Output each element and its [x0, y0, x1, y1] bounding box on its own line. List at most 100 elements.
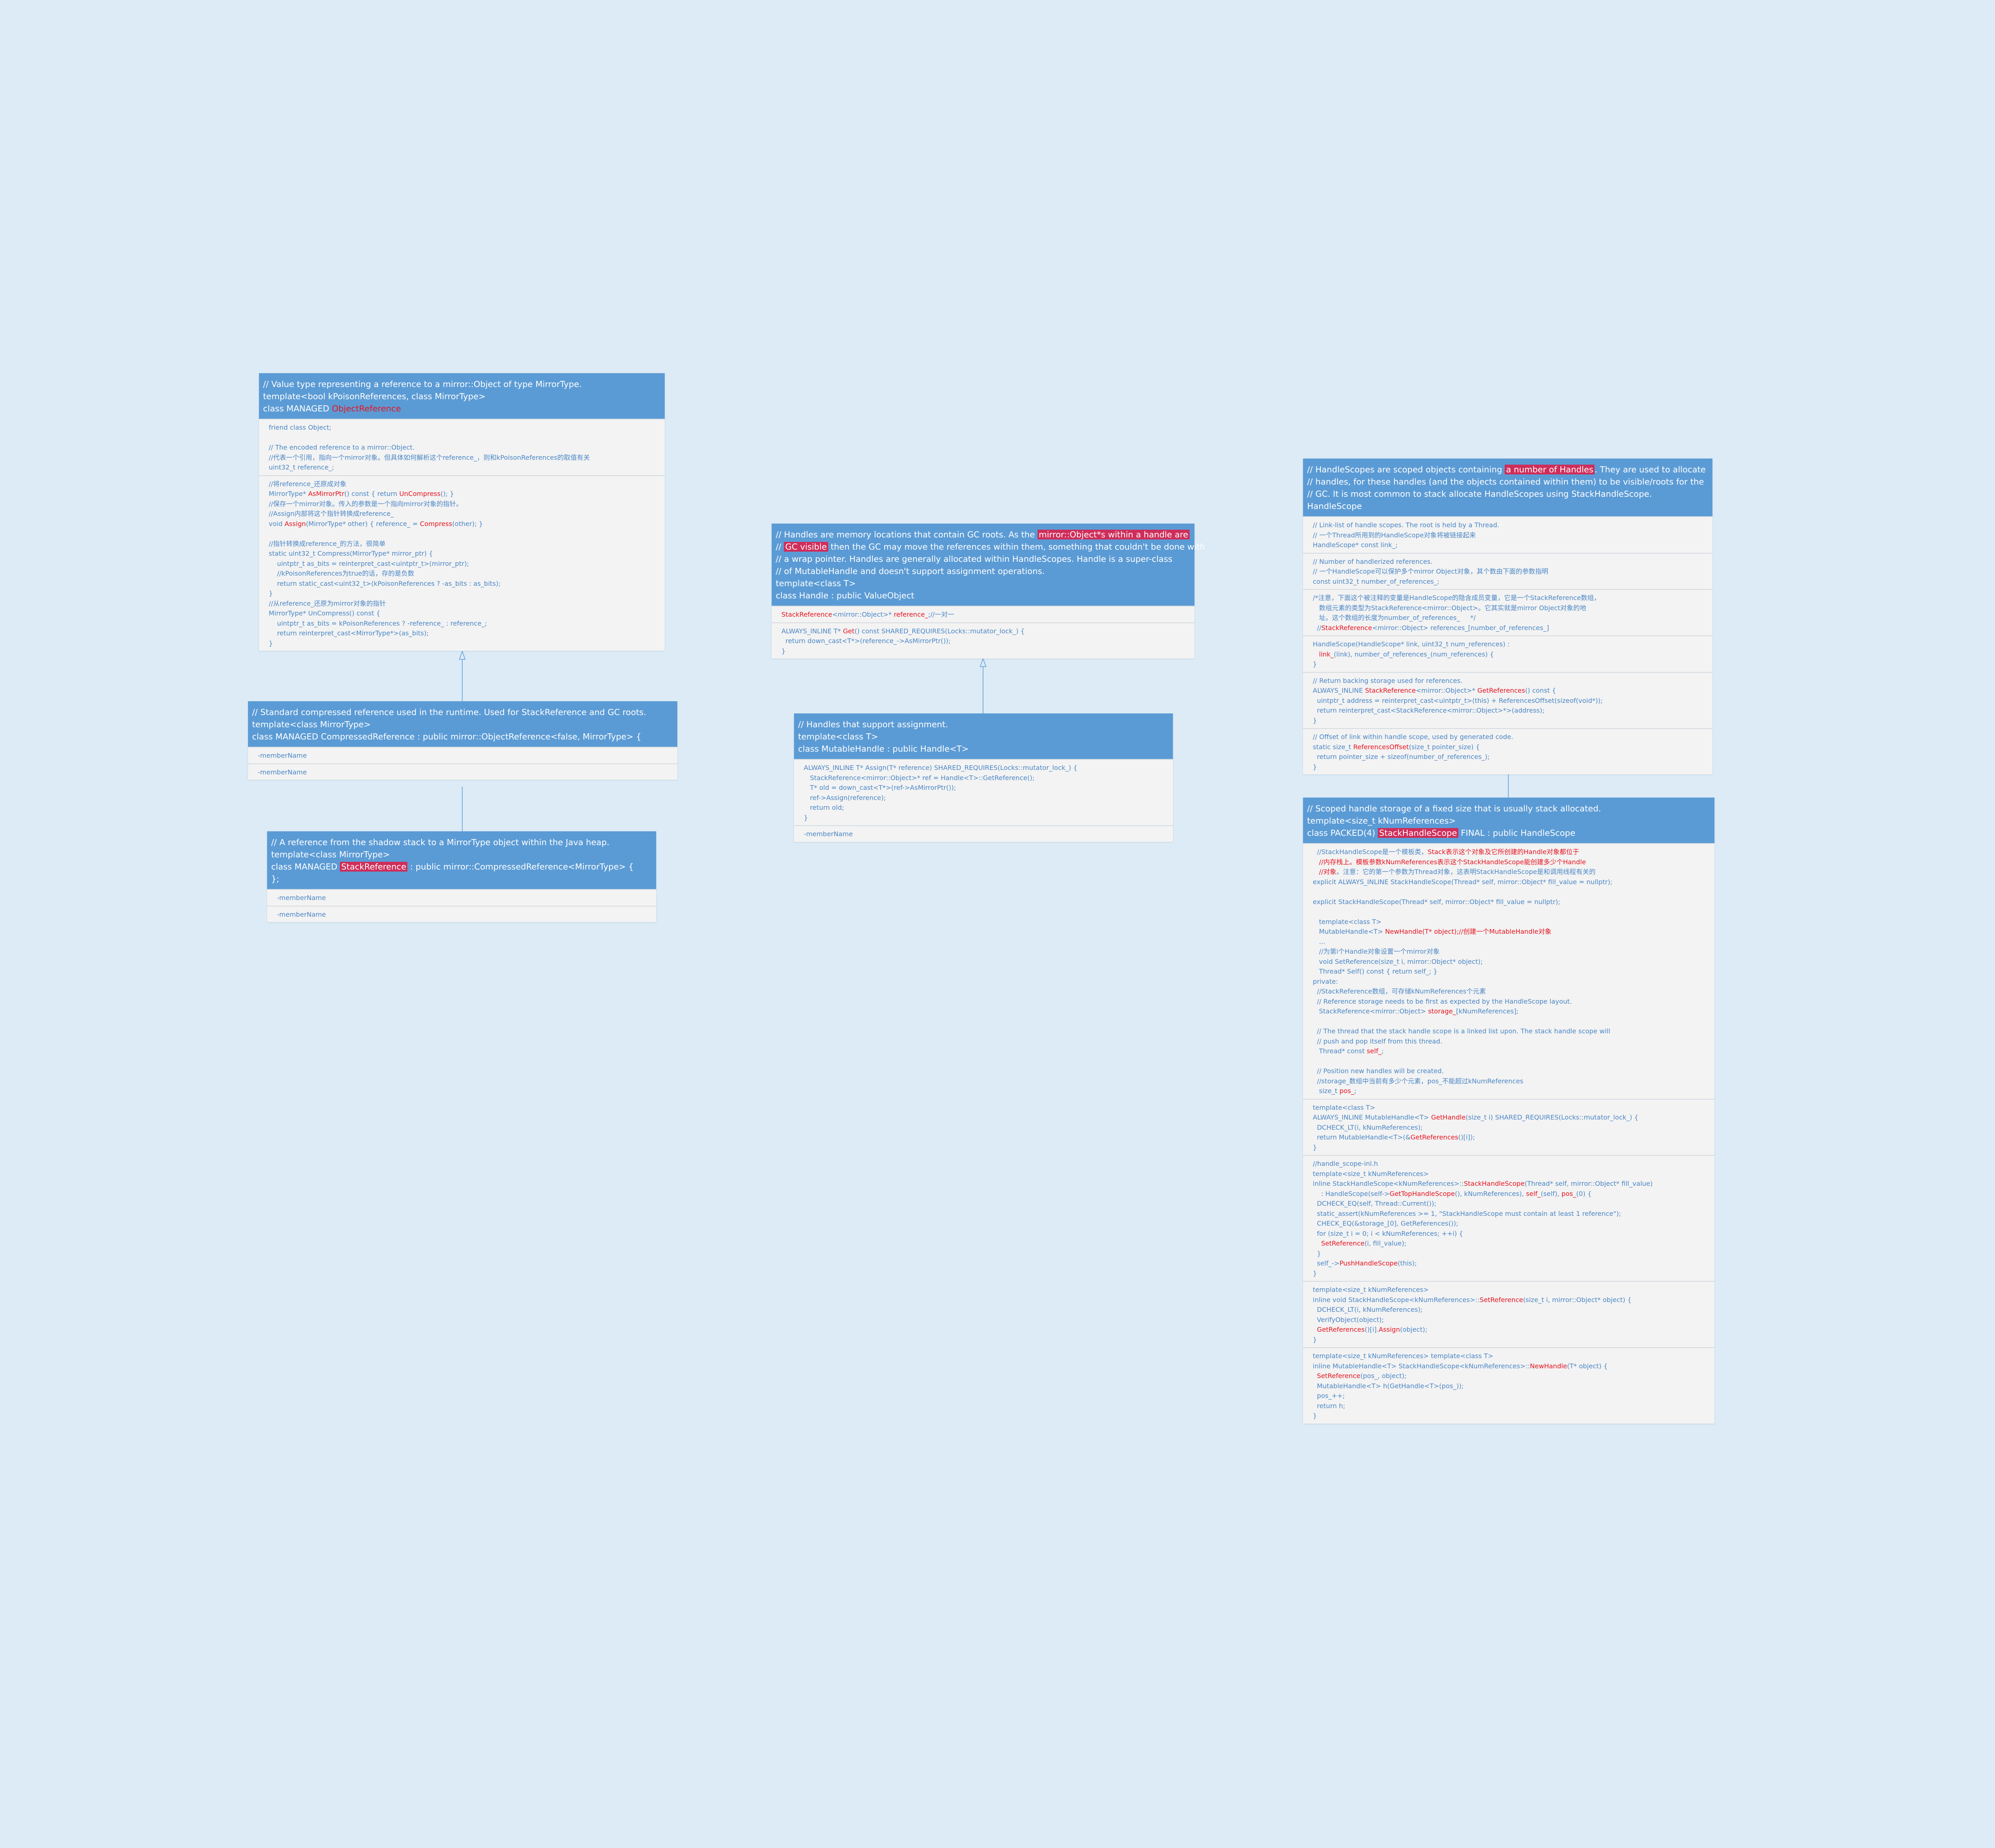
class-member-line: }: [269, 589, 273, 597]
class-member-line: HandleScope(HandleScope* link, uint32_t …: [1313, 640, 1510, 648]
class-member-line: }: [1313, 763, 1317, 771]
class-member-line: //StackHandleScope是一个模板类，Stack表示这个对象及它所创…: [1313, 848, 1579, 856]
class-member-line: //将reference_还原成对象: [269, 480, 347, 488]
class-member-line: [1313, 1057, 1710, 1067]
highlighted-text: Get: [843, 627, 855, 635]
class-member-section: HandleScope(HandleScope* link, uint32_t …: [1303, 635, 1712, 672]
class-header-line: // A reference from the shadow stack to …: [271, 837, 609, 847]
class-member-line: MutableHandle<T> h(GetHandle<T>(pos_));: [1313, 1382, 1464, 1390]
class-header-line: template<class MirrorType>: [252, 720, 371, 729]
class-member-line: [269, 433, 661, 443]
class-member-line: -memberName: [258, 752, 307, 759]
class-member-line: /*注意，下面这个被注释的变量是HandleScope的隐含成员变量，它是一个S…: [1313, 594, 1601, 602]
class-member-line: for (size_t i = 0; i < kNumReferences; +…: [1313, 1229, 1463, 1237]
class-member-line: void Assign(MirrorType* other) { referen…: [269, 520, 483, 528]
highlighted-text: SetReference: [1317, 1372, 1361, 1380]
class-header-line: class MutableHandle : public Handle<T>: [798, 744, 969, 754]
class-member-line: [1313, 887, 1710, 897]
class-member-line: StackReference<mirror::Object> storage_[…: [1313, 1007, 1519, 1015]
class-member-section: template<class T> ALWAYS_INLINE MutableHa…: [1303, 1098, 1714, 1155]
highlighted-text: PushHandleScope: [1339, 1259, 1398, 1267]
class-member-line: // Link-list of handle scopes. The root …: [1313, 521, 1499, 529]
class-member-line: -memberName: [804, 830, 853, 838]
class-member-line: return MutableHandle<T>(&GetReferences()…: [1313, 1133, 1475, 1141]
class-member-line: MirrorType* UnCompress() const {: [269, 609, 381, 617]
class-member-line: //handle_scope-inl.h: [1313, 1160, 1378, 1168]
class-stack-handle-scope[interactable]: // Scoped handle storage of a fixed size…: [1303, 798, 1714, 1424]
class-handle[interactable]: // Handles are memory locations that con…: [772, 524, 1205, 659]
class-member-line: [269, 529, 661, 539]
class-member-line: static size_t ReferencesOffset(size_t po…: [1313, 743, 1480, 751]
class-member-line: return down_cast<T*>(reference_->AsMirro…: [781, 637, 951, 645]
class-object-reference[interactable]: // Value type representing a reference t…: [259, 373, 665, 651]
class-header-line: class MANAGED CompressedReference : publ…: [252, 732, 642, 741]
class-mutable-handle[interactable]: // Handles that support assignment. templ…: [794, 713, 1173, 842]
class-member-line: //Assign内部将这个指针转换成reference_: [269, 510, 394, 517]
class-member-line: }: [1313, 1269, 1317, 1277]
class-stack-reference[interactable]: // A reference from the shadow stack to …: [267, 831, 656, 922]
class-member-line: return h;: [1313, 1402, 1345, 1410]
class-member-line: // push and pop itself from this thread.: [1313, 1037, 1442, 1045]
class-header: // Scoped handle storage of a fixed size…: [1303, 798, 1714, 843]
class-member-line: return reinterpret_cast<StackReference<m…: [1313, 707, 1545, 714]
class-member-line: }: [1313, 1335, 1317, 1344]
class-header-line: // Handles are memory locations that con…: [776, 528, 1190, 541]
highlighted-text: StackReference: [1365, 687, 1416, 694]
class-header: // A reference from the shadow stack to …: [267, 831, 656, 889]
class-member-line: //storage_数组中当前有多少个元素，pos_不能超过kNumRefere…: [1313, 1077, 1523, 1085]
class-member-section: -memberName: [267, 905, 656, 922]
class-member-line: -memberName: [277, 894, 326, 902]
class-member-section: // Link-list of handle scopes. The root …: [1303, 516, 1712, 553]
class-header-line: // Value type representing a reference t…: [263, 379, 582, 389]
class-member-line: //StackReference<mirror::Object> referen…: [1313, 624, 1549, 632]
highlighted-text: StackReference: [781, 611, 832, 618]
class-member-line: 数组元素的类型为StackReference<mirror::Object>。它…: [1313, 604, 1586, 612]
highlighted-text: StackReference: [340, 862, 408, 872]
class-header-line: template<class T>: [776, 578, 856, 588]
class-member-line: ref->Assign(reference);: [804, 794, 886, 802]
class-handle-scope[interactable]: // HandleScopes are scoped objects conta…: [1303, 459, 1712, 774]
class-header: // Value type representing a reference t…: [259, 373, 665, 419]
class-member-line: //kPoisonReferences为true的话，存的是负数: [269, 570, 414, 577]
class-compressed-reference[interactable]: // Standard compressed reference used in…: [248, 701, 677, 780]
class-member-line: //StackReference数组，可存储kNumReferences个元素: [1313, 987, 1486, 995]
class-member-line: //为第i个Handle对象设置一个mirror对象: [1313, 948, 1440, 955]
class-member-line: template<class T>: [1313, 1103, 1375, 1111]
highlighted-text: AsMirrorPtr: [308, 490, 344, 498]
class-member-section: // Return backing storage used for refer…: [1303, 672, 1712, 728]
class-header-line: // Scoped handle storage of a fixed size…: [1307, 804, 1601, 813]
highlighted-text: NewHandle: [1530, 1362, 1567, 1370]
highlighted-text: a number of Handles: [1505, 465, 1595, 474]
class-member-line: }: [1313, 1143, 1317, 1151]
class-member-section: friend class Object; // The encoded refe…: [259, 419, 665, 475]
class-member-section: //handle_scope-inl.h template<size_t kNum…: [1303, 1155, 1714, 1281]
class-member-line: uintptr_t address = reinterpret_cast<uin…: [1313, 696, 1603, 704]
class-member-line: static uint32_t Compress(MirrorType* mir…: [269, 550, 433, 557]
class-member-line: explicit ALWAYS_INLINE StackHandleScope(…: [1313, 878, 1612, 886]
connector-compressed-to-object-reference: [459, 650, 466, 701]
connector-mutable-to-handle: [979, 657, 987, 713]
highlighted-text: self_: [1366, 1047, 1381, 1055]
class-member-line: SetReference(pos_, object);: [1317, 1372, 1407, 1380]
highlighted-text: mirror::Object*s within a handle are: [1037, 530, 1190, 539]
class-member-line: uintptr_t as_bits = kPoisonReferences ? …: [269, 619, 487, 627]
class-member-line: // The thread that the stack handle scop…: [1313, 1027, 1610, 1035]
class-member-line: Thread* const self_;: [1313, 1047, 1384, 1055]
class-member-line: // Number of handlerized references.: [1313, 557, 1433, 565]
class-member-line: DCHECK_LT(i, kNumReferences);: [1313, 1306, 1423, 1313]
class-header: // Standard compressed reference used in…: [248, 701, 677, 747]
class-member-section: -memberName: [248, 747, 677, 763]
class-header-line: // of MutableHandle and doesn't support …: [776, 566, 1045, 576]
highlighted-text: //内存栈上。模板参数kNumReferences表示这个StackHandle…: [1319, 858, 1586, 866]
class-header-line: template<bool kPoisonReferences, class M…: [263, 391, 485, 401]
highlighted-text: link_: [1319, 650, 1334, 658]
class-member-line: template<class T>: [1313, 917, 1381, 926]
class-member-line: static_assert(kNumReferences >= 1, "Stac…: [1313, 1209, 1621, 1218]
class-member-line: // 一个Thread所用到的HandleScope对象将被链接起来: [1313, 531, 1476, 539]
class-member-line: ...: [1313, 937, 1325, 946]
class-member-line: -memberName: [277, 910, 326, 918]
highlighted-text: Assign: [284, 520, 306, 528]
class-member-section: //StackHandleScope是一个模板类，Stack表示这个对象及它所创…: [1303, 843, 1714, 1099]
class-member-line: [1313, 1017, 1710, 1027]
class-member-line: StackReference<mirror::Object>* ref = Ha…: [804, 774, 1035, 782]
